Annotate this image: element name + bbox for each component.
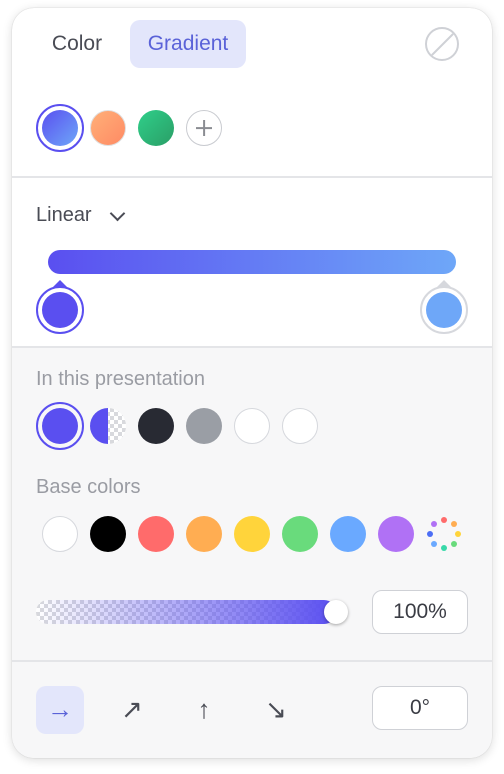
swatch-base-red[interactable] [138,516,174,552]
gradient-stop-start[interactable] [36,286,84,334]
angle-input[interactable]: 0° [372,686,468,730]
direction-up-right-button[interactable]: ↗ [108,686,156,734]
add-gradient-button[interactable] [186,110,222,146]
gradient-type-dropdown[interactable]: Linear [36,204,92,227]
arrow-up-right-icon: ↗ [121,694,143,724]
swatch-presentation-dark[interactable] [138,408,174,444]
stop-color [426,292,462,328]
opacity-slider[interactable] [36,600,336,624]
base-colors-label: Base colors [36,476,141,498]
divider [12,660,492,662]
swatch-base-white[interactable] [42,516,78,552]
stop-color [42,292,78,328]
swatch-presentation-purple-half[interactable] [90,408,126,444]
color-picker-panel: Color Gradient Linear In this presentati… [12,8,492,758]
custom-color-icon[interactable] [424,514,464,554]
swatch-base-green[interactable] [282,516,318,552]
arrow-right-icon: → [47,694,73,724]
swatch-presentation-gray[interactable] [186,408,222,444]
swatch-presentation-white[interactable] [282,408,318,444]
swatch-base-blue[interactable] [330,516,366,552]
gradient-preset-blue[interactable] [42,110,78,146]
in-presentation-label: In this presentation [36,368,205,390]
swatch-base-yellow[interactable] [234,516,270,552]
opacity-fill [36,600,336,624]
swatch-presentation-white[interactable] [234,408,270,444]
arrow-up-icon: ↑ [197,694,211,724]
gradient-bar[interactable] [48,250,456,274]
gradient-preset-orange[interactable] [90,110,126,146]
divider [12,176,492,178]
direction-up-button[interactable]: ↑ [180,686,228,734]
swatch-base-purple[interactable] [378,516,414,552]
direction-down-right-button[interactable]: ↘ [252,686,300,734]
swatch-base-orange[interactable] [186,516,222,552]
gradient-stop-end[interactable] [420,286,468,334]
chevron-down-icon[interactable] [109,205,126,222]
arrow-down-right-icon: ↘ [265,694,287,724]
opacity-slider-handle[interactable] [324,600,348,624]
swatch-base-black[interactable] [90,516,126,552]
direction-right-button[interactable]: → [36,686,84,734]
opacity-input[interactable]: 100% [372,590,468,634]
tab-color[interactable]: Color [36,20,118,68]
gradient-preset-green[interactable] [138,110,174,146]
tab-gradient[interactable]: Gradient [130,20,246,68]
swatch-presentation-purple[interactable] [42,408,78,444]
no-fill-icon[interactable] [425,27,459,61]
